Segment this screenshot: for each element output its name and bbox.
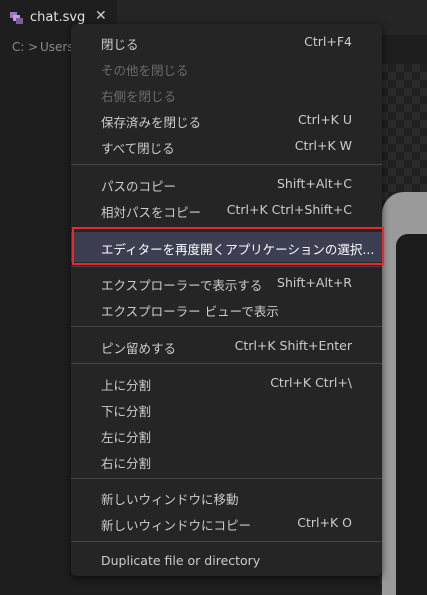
menu-item-close-saved[interactable]: 保存済みを閉じる Ctrl+K U	[71, 107, 382, 133]
menu-item-label: すべて閉じる	[101, 141, 175, 156]
menu-item-label: 右側を閉じる	[101, 89, 177, 104]
menu-item-reveal-explorer[interactable]: エクスプローラーで表示する Shift+Alt+R	[71, 270, 382, 296]
menu-item-shortcut: Ctrl+K Ctrl+\	[270, 375, 352, 390]
breadcrumb-drive[interactable]: C:	[12, 40, 24, 54]
svg-file-icon	[10, 12, 23, 24]
menu-item-shortcut: Ctrl+K Shift+Enter	[234, 338, 352, 353]
context-menu: 閉じる Ctrl+F4 その他を閉じる 右側を閉じる 保存済みを閉じる Ctrl…	[71, 24, 382, 576]
close-icon[interactable]: ✕	[95, 8, 107, 24]
menu-item-label: 保存済みを閉じる	[101, 115, 202, 130]
menu-item-label: 新しいウィンドウにコピー	[101, 518, 252, 533]
menu-separator	[71, 164, 382, 165]
tab-label: chat.svg	[30, 10, 86, 25]
menu-item-split-up[interactable]: 上に分割 Ctrl+K Ctrl+\	[71, 370, 382, 396]
menu-item-close[interactable]: 閉じる Ctrl+F4	[71, 29, 382, 55]
menu-item-shortcut: Ctrl+K O	[297, 515, 352, 530]
menu-item-copy-new-window[interactable]: 新しいウィンドウにコピー Ctrl+K O	[71, 510, 382, 536]
menu-item-label: その他を閉じる	[101, 63, 189, 78]
menu-item-shortcut: Shift+Alt+R	[277, 275, 352, 290]
menu-item-shortcut: Shift+Alt+C	[276, 176, 352, 191]
menu-item-label: ピン留めする	[101, 341, 177, 356]
menu-item-close-all[interactable]: すべて閉じる Ctrl+K W	[71, 133, 382, 159]
menu-item-label: 閉じる	[101, 37, 139, 52]
breadcrumb-folder[interactable]: Users	[40, 40, 74, 54]
menu-item-split-down[interactable]: 下に分割	[71, 396, 382, 422]
menu-item-label: 相対パスをコピー	[101, 205, 202, 220]
menu-item-copy-relative-path[interactable]: 相対パスをコピー Ctrl+K Ctrl+Shift+C	[71, 197, 382, 223]
menu-separator	[71, 363, 382, 364]
menu-separator	[71, 326, 382, 327]
menu-item-pin[interactable]: ピン留めする Ctrl+K Shift+Enter	[71, 333, 382, 359]
menu-item-shortcut: Ctrl+K W	[294, 138, 352, 153]
menu-item-label: 上に分割	[101, 378, 152, 393]
menu-item-label: パスのコピー	[101, 179, 177, 194]
menu-item-split-right[interactable]: 右に分割	[71, 448, 382, 474]
menu-item-close-right[interactable]: 右側を閉じる	[71, 81, 382, 107]
menu-item-close-others[interactable]: その他を閉じる	[71, 55, 382, 81]
highlight-box	[72, 227, 384, 265]
menu-item-label: エクスプローラー ビューで表示	[101, 304, 279, 319]
menu-item-move-new-window[interactable]: 新しいウィンドウに移動	[71, 484, 382, 510]
menu-separator	[71, 478, 382, 479]
menu-item-shortcut: Ctrl+K U	[297, 112, 352, 127]
chevron-right-icon: >	[28, 40, 39, 54]
menu-item-copy-path[interactable]: パスのコピー Shift+Alt+C	[71, 171, 382, 197]
menu-separator	[71, 266, 382, 267]
svg-preview-inner	[396, 234, 427, 595]
menu-item-label: Duplicate file or directory	[101, 553, 261, 568]
menu-item-shortcut: Ctrl+K Ctrl+Shift+C	[226, 202, 352, 217]
menu-item-label: 右に分割	[101, 456, 152, 471]
menu-item-label: 新しいウィンドウに移動	[101, 492, 239, 507]
menu-item-label: 下に分割	[101, 404, 152, 419]
menu-item-reveal-explorer-view[interactable]: エクスプローラー ビューで表示	[71, 296, 382, 322]
menu-separator	[71, 541, 382, 542]
menu-item-split-left[interactable]: 左に分割	[71, 422, 382, 448]
menu-item-label: エクスプローラーで表示する	[101, 278, 263, 293]
menu-item-duplicate[interactable]: Duplicate file or directory	[71, 548, 382, 574]
menu-item-shortcut: Ctrl+F4	[304, 34, 352, 49]
menu-item-label: 左に分割	[101, 430, 152, 445]
